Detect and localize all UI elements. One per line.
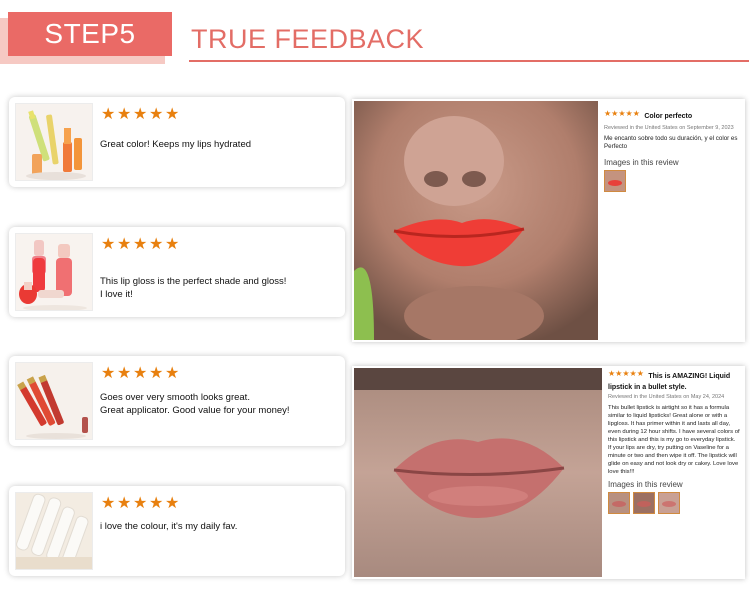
star-icon: ★ bbox=[117, 365, 132, 382]
review-date: Reviewed in the United States on May 24,… bbox=[608, 394, 725, 401]
section-title: TRUE FEEDBACK bbox=[191, 24, 425, 54]
star-icon: ★ bbox=[149, 236, 164, 253]
review-image-thumb[interactable] bbox=[604, 169, 626, 192]
customer-review-panel: ★ ★ ★ ★ ★ Color perfecto Reviewed in the Uni… bbox=[352, 99, 745, 342]
star-icon: ★ bbox=[165, 495, 180, 512]
rating-stars: ★ ★ ★ ★ ★ bbox=[101, 236, 180, 253]
review-body: Me encanto sobre todo su duración, y el … bbox=[604, 135, 738, 151]
star-icon: ★ bbox=[149, 106, 164, 123]
star-icon: ★ bbox=[632, 108, 640, 118]
review-text: This lip gloss is the perfect shade and … bbox=[100, 276, 287, 300]
review-image-thumb[interactable] bbox=[658, 492, 680, 515]
star-icon: ★ bbox=[625, 108, 633, 118]
star-icon: ★ bbox=[101, 106, 116, 123]
star-icon: ★ bbox=[101, 365, 116, 382]
red-lips-customer-photo bbox=[354, 101, 598, 340]
review-date: Reviewed in the United States on Septemb… bbox=[604, 125, 734, 131]
star-icon: ★ bbox=[165, 365, 180, 382]
lip-gloss-product-photo bbox=[15, 233, 93, 311]
review-details: ★ ★ ★ ★ ★ This is AMAZING! Liquid lipstick i… bbox=[608, 370, 740, 515]
star-icon: ★ bbox=[629, 369, 637, 378]
star-icon: ★ bbox=[117, 236, 132, 253]
star-icon: ★ bbox=[101, 236, 116, 253]
star-icon: ★ bbox=[618, 108, 626, 118]
star-icon: ★ bbox=[133, 106, 148, 123]
rating-stars: ★ ★ ★ ★ ★ bbox=[604, 108, 640, 118]
star-icon: ★ bbox=[101, 495, 116, 512]
step-badge: STEP5 bbox=[8, 12, 172, 56]
review-card: ★ ★ ★ ★ ★ Goes over very smooth looks gr… bbox=[9, 356, 345, 446]
star-icon: ★ bbox=[133, 495, 148, 512]
review-card: ★ ★ ★ ★ ★ This lip gloss is the perfect … bbox=[9, 227, 345, 317]
review-card: ★ ★ ★ ★ ★ i love the colour, it's my dai… bbox=[9, 486, 345, 576]
rating-stars: ★ ★ ★ ★ ★ bbox=[101, 365, 180, 382]
liquid-lipstick-product-photo bbox=[15, 362, 93, 440]
review-title: Color perfecto bbox=[644, 113, 693, 120]
review-body: This bullet lipstick is airtight so it h… bbox=[608, 405, 740, 476]
star-icon: ★ bbox=[608, 369, 616, 378]
star-icon: ★ bbox=[165, 236, 180, 253]
rating-stars: ★ ★ ★ ★ ★ bbox=[608, 370, 644, 378]
star-icon: ★ bbox=[611, 108, 619, 118]
star-icon: ★ bbox=[149, 365, 164, 382]
star-icon: ★ bbox=[622, 369, 630, 378]
star-icon: ★ bbox=[615, 369, 623, 378]
rating-stars: ★ ★ ★ ★ ★ bbox=[101, 495, 180, 512]
star-icon: ★ bbox=[117, 495, 132, 512]
review-text: Goes over very smooth looks great. Great… bbox=[100, 392, 290, 416]
star-icon: ★ bbox=[149, 495, 164, 512]
lip-oil-product-photo bbox=[15, 103, 93, 181]
star-icon: ★ bbox=[133, 365, 148, 382]
customer-review-panel: ★ ★ ★ ★ ★ This is AMAZING! Liquid lipstick i… bbox=[352, 366, 745, 579]
star-icon: ★ bbox=[636, 369, 644, 378]
rating-stars: ★ ★ ★ ★ ★ bbox=[101, 106, 180, 123]
star-icon: ★ bbox=[604, 108, 612, 118]
star-icon: ★ bbox=[117, 106, 132, 123]
review-text: Great color! Keeps my lips hydrated bbox=[100, 139, 252, 150]
review-text: i love the colour, it's my daily fav. bbox=[100, 521, 238, 532]
star-icon: ★ bbox=[165, 106, 180, 123]
images-label: Images in this review bbox=[604, 157, 679, 167]
images-label: Images in this review bbox=[608, 480, 683, 490]
review-details: ★ ★ ★ ★ ★ Color perfecto Reviewed in the Uni… bbox=[604, 105, 738, 192]
title-underline bbox=[189, 60, 749, 62]
nude-lips-customer-photo bbox=[354, 368, 602, 577]
review-card: ★ ★ ★ ★ ★ Great color! Keeps my lips hyd… bbox=[9, 97, 345, 187]
review-image-thumb[interactable] bbox=[608, 492, 630, 515]
review-image-thumb[interactable] bbox=[633, 492, 655, 515]
star-icon: ★ bbox=[133, 236, 148, 253]
white-tubes-product-photo bbox=[15, 492, 93, 570]
